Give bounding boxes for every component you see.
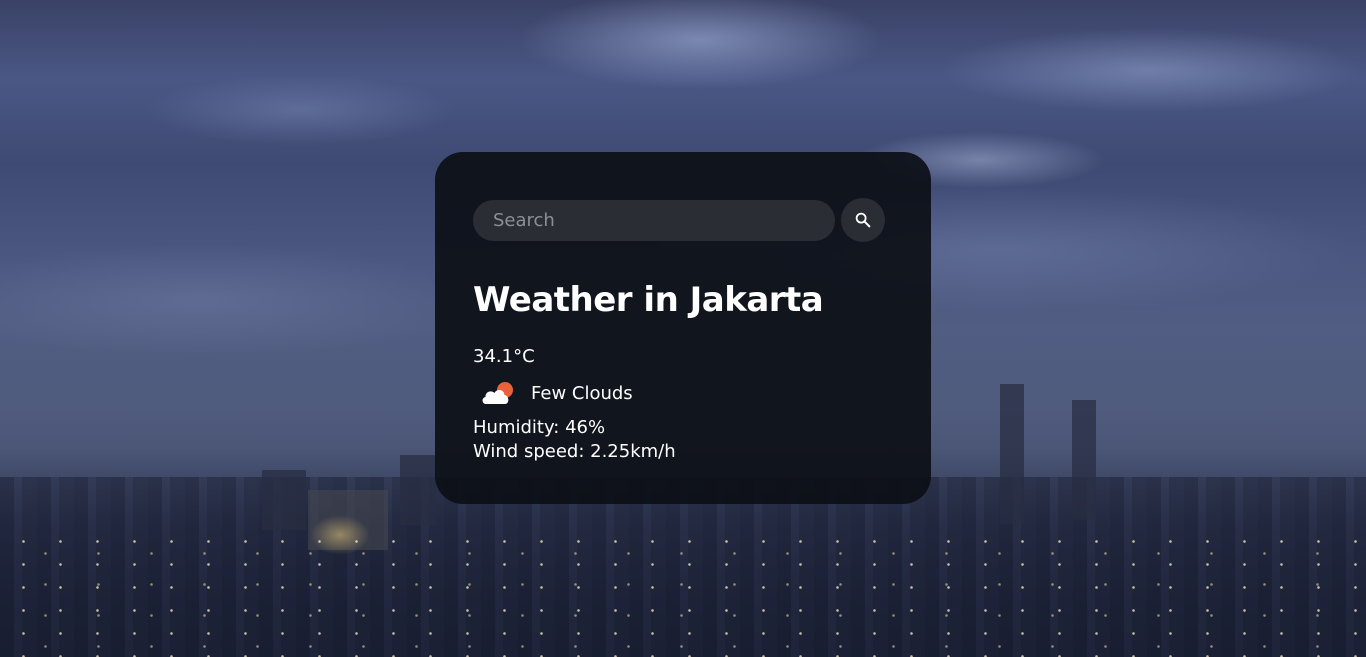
search-bar [473, 198, 893, 242]
background-city-lights [0, 527, 1366, 657]
weather-card: Weather in Jakarta 34.1°C Few Clouds Hum… [435, 152, 931, 504]
background-city-glow [310, 515, 370, 555]
wind-speed-text: Wind speed: 2.25km/h [473, 441, 676, 462]
few-clouds-day-icon [482, 382, 513, 404]
background-building [262, 470, 306, 530]
search-button[interactable] [841, 198, 885, 242]
search-icon [855, 212, 871, 228]
weather-condition: Few Clouds [473, 381, 893, 407]
weather-description: Few Clouds [531, 383, 633, 404]
search-input[interactable] [473, 199, 835, 241]
background-tower [1072, 400, 1096, 520]
background-tower [1000, 384, 1024, 524]
temperature: 34.1°C [473, 346, 535, 367]
humidity-text: Humidity: 46% [473, 417, 606, 438]
background-building [400, 455, 436, 525]
city-title: Weather in Jakarta [473, 280, 824, 320]
background-city [0, 477, 1366, 657]
